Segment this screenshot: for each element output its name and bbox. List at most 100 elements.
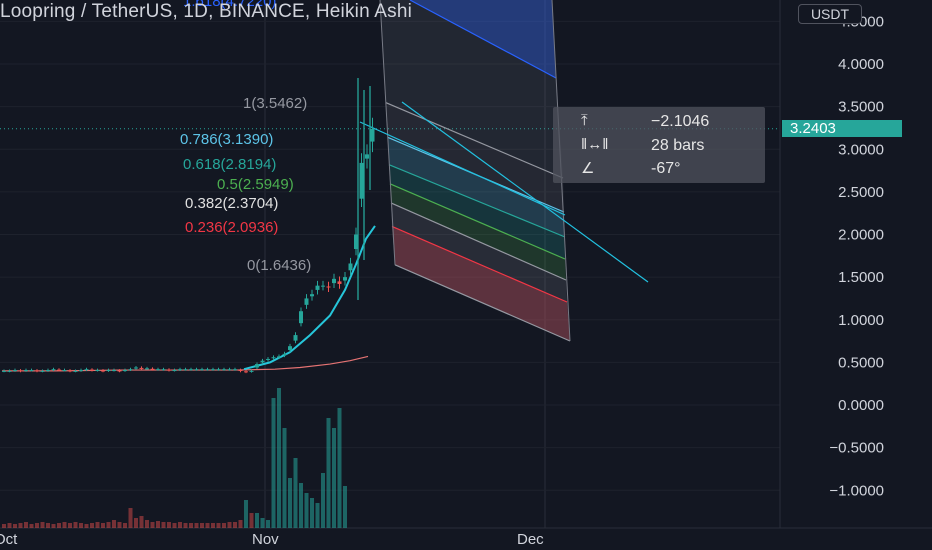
volume-bar [211,523,215,528]
fib-level-label: 0.382(2.3704) [185,195,278,212]
volume-bar [139,516,144,528]
candle-body [266,358,270,360]
candle-body [79,370,83,372]
chart-canvas[interactable]: 1.618(4.7220)1(3.5462)0.786(3.1390)0.618… [0,0,932,550]
volume-bar [249,513,254,528]
fib-level-label: 0(1.6436) [247,257,311,274]
candle-body [211,369,215,371]
candle-body [106,370,111,372]
price-axis-label: 0.5000 [838,354,884,371]
candle-body [249,370,254,372]
volume-bar [277,388,281,528]
volume-bar [46,523,50,528]
price-axis-label: 0.0000 [838,397,884,414]
candle-body [271,357,276,359]
candle-body [205,369,210,371]
candle-body [326,286,331,288]
current-price-tag: 3.2403 [782,120,902,137]
volume-bar [260,518,265,528]
candle-body [117,370,122,372]
volume-bar [112,520,116,528]
volume-bar [293,458,298,528]
candle-body [260,360,265,363]
candle-body [2,370,6,372]
candle-body [238,370,243,372]
volume-bar [178,522,182,528]
candle-body [200,369,204,371]
currency-selector-button[interactable]: USDT [798,4,862,24]
volume-bar [299,483,303,528]
price-axis-label: 1.5000 [838,269,884,286]
price-axis-label: 1.0000 [838,312,884,329]
volume-bar [79,523,83,528]
fib-level-label: 0.618(2.8194) [183,156,276,173]
bars-row: ‖↔‖ 28 bars [553,136,765,160]
volume-bar [7,523,12,528]
volume-bar [29,524,34,528]
volume-bar [205,523,210,528]
volume-bar [123,523,127,528]
candle-body [95,370,100,372]
volume-bar [326,418,331,528]
angle-value: -67° [651,160,681,177]
fib-level-label: 1(3.5462) [243,95,307,112]
candle-body [40,370,45,372]
candle-body [321,285,325,287]
candle-body [172,370,177,372]
price-axis-label: −1.0000 [829,482,884,499]
time-axis-label: Dec [517,531,544,548]
volume-bar [266,520,270,528]
candle-body [227,369,232,371]
chart-title: Loopring / TetherUS, 1D, BINANCE, Heikin… [0,1,413,22]
volume-bar [106,522,111,528]
volume-bar [200,523,204,528]
volume-bar [304,493,309,528]
candle-body [315,285,320,290]
candle-body [156,369,160,371]
candle-body [244,371,248,373]
volume-bar [337,408,342,528]
price-change-row: ⤒ −2.1046 [553,112,765,136]
volume-bar [150,522,155,528]
volume-bar [310,498,314,528]
volume-bar [315,503,320,528]
candle-body [359,162,364,199]
volume-bar [271,398,276,528]
price-axis-label: 3.0000 [838,141,884,158]
candle-body [112,370,116,372]
candle-body [134,367,138,369]
volume-bar [172,523,177,528]
volume-bar [128,508,133,528]
measure-info-box: ⤒ −2.1046 ‖↔‖ 28 bars ∠ -67° [553,107,765,183]
volume-bar [244,500,248,528]
candle-body [90,369,94,371]
bars-range-icon: ‖↔‖ [581,136,609,153]
price-axis-label: −0.5000 [829,440,884,457]
candle-body [57,369,61,371]
volume-bar [216,523,221,528]
candle-body [101,370,105,372]
volume-bar [321,473,325,528]
candle-body [282,353,287,356]
volume-bar [238,520,243,528]
candle-body [123,370,127,372]
candle-body [337,281,342,284]
volume-bar [68,523,72,528]
volume-bar [227,522,232,528]
volume-bar [101,523,105,528]
candle-body [145,368,149,370]
volume-bar [73,522,78,528]
volume-bar [282,428,287,528]
volume-bar [117,522,122,528]
candle-body [233,369,237,371]
candle-body [277,356,281,358]
fib-level-label: 0.5(2.5949) [217,176,294,193]
time-axis-label: Nov [252,531,279,548]
volume-bar [233,522,237,528]
candle-body [84,369,89,371]
candle-body [216,369,221,371]
candle-body [51,369,56,371]
volume-bar [18,523,23,528]
candle-body [24,370,28,372]
angle-row: ∠ -67° [553,159,765,183]
